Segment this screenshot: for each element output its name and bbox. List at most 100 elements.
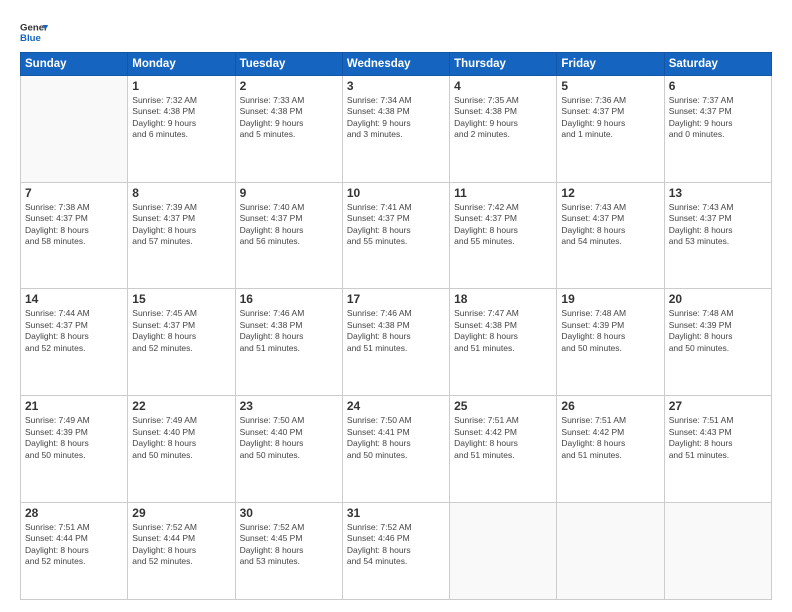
calendar-cell: 1 Sunrise: 7:32 AM Sunset: 4:38 PM Daylig… (128, 76, 235, 183)
day-number: 14 (25, 292, 123, 306)
calendar-cell: 30Sunrise: 7:52 AM Sunset: 4:45 PM Dayli… (235, 502, 342, 599)
day-info: Sunrise: 7:46 AM Sunset: 4:38 PM Dayligh… (240, 308, 338, 354)
day-number: 11 (454, 186, 552, 200)
day-info: Sunrise: 7:49 AM Sunset: 4:39 PM Dayligh… (25, 415, 123, 461)
calendar-cell: 23Sunrise: 7:50 AM Sunset: 4:40 PM Dayli… (235, 396, 342, 503)
calendar-cell: 29 Sunrise: 7:52 AM Sunset: 4:44 PM Dayli… (128, 502, 235, 599)
day-number: 18 (454, 292, 552, 306)
calendar-cell: 13 Sunrise: 7:43 AM Sunset: 4:37 PM Dayli… (664, 182, 771, 289)
calendar-cell: 24 Sunrise: 7:50 AM Sunset: 4:41 PM Dayli… (342, 396, 449, 503)
day-number: 24 (347, 399, 445, 413)
day-info: Sunrise: 7:51 AM Sunset: 4:42 PM Dayligh… (561, 415, 659, 461)
day-number: 13 (669, 186, 767, 200)
day-info: Sunrise: 7:48 AM Sunset: 4:39 PM Dayligh… (669, 308, 767, 354)
calendar-cell: 17 Sunrise: 7:46 AM Sunset: 4:38 PM Dayli… (342, 289, 449, 396)
day-info: Sunrise: 7:37 AM Sunset: 4:37 PM Dayligh… (669, 95, 767, 141)
week-row-3: 21 Sunrise: 7:49 AM Sunset: 4:39 PM Dayli… (21, 396, 772, 503)
calendar-cell: 14Sunrise: 7:44 AM Sunset: 4:37 PM Dayli… (21, 289, 128, 396)
day-number: 9 (240, 186, 338, 200)
day-info: Sunrise: 7:32 AM Sunset: 4:38 PM Dayligh… (132, 95, 230, 141)
calendar-cell: 25 Sunrise: 7:51 AM Sunset: 4:42 PM Dayli… (450, 396, 557, 503)
day-info: Sunrise: 7:51 AM Sunset: 4:43 PM Dayligh… (669, 415, 767, 461)
day-number: 26 (561, 399, 659, 413)
day-number: 20 (669, 292, 767, 306)
calendar-cell: 22 Sunrise: 7:49 AM Sunset: 4:40 PM Dayli… (128, 396, 235, 503)
day-info: Sunrise: 7:50 AM Sunset: 4:41 PM Dayligh… (347, 415, 445, 461)
calendar-cell (450, 502, 557, 599)
calendar-cell: 4 Sunrise: 7:35 AM Sunset: 4:38 PM Daylig… (450, 76, 557, 183)
weekday-sunday: Sunday (21, 53, 128, 76)
day-info: Sunrise: 7:52 AM Sunset: 4:45 PM Dayligh… (240, 522, 338, 568)
day-info: Sunrise: 7:33 AM Sunset: 4:38 PM Dayligh… (240, 95, 338, 141)
day-number: 17 (347, 292, 445, 306)
day-info: Sunrise: 7:43 AM Sunset: 4:37 PM Dayligh… (669, 202, 767, 248)
day-number: 22 (132, 399, 230, 413)
day-number: 28 (25, 506, 123, 520)
weekday-friday: Friday (557, 53, 664, 76)
weekday-thursday: Thursday (450, 53, 557, 76)
day-info: Sunrise: 7:40 AM Sunset: 4:37 PM Dayligh… (240, 202, 338, 248)
day-info: Sunrise: 7:47 AM Sunset: 4:38 PM Dayligh… (454, 308, 552, 354)
day-info: Sunrise: 7:36 AM Sunset: 4:37 PM Dayligh… (561, 95, 659, 141)
calendar-cell: 2 Sunrise: 7:33 AM Sunset: 4:38 PM Daylig… (235, 76, 342, 183)
day-info: Sunrise: 7:41 AM Sunset: 4:37 PM Dayligh… (347, 202, 445, 248)
day-number: 10 (347, 186, 445, 200)
day-number: 31 (347, 506, 445, 520)
day-number: 3 (347, 79, 445, 93)
weekday-monday: Monday (128, 53, 235, 76)
day-number: 27 (669, 399, 767, 413)
svg-text:Blue: Blue (20, 33, 41, 44)
day-number: 7 (25, 186, 123, 200)
calendar-cell: 8Sunrise: 7:39 AM Sunset: 4:37 PM Daylig… (128, 182, 235, 289)
day-number: 4 (454, 79, 552, 93)
weekday-tuesday: Tuesday (235, 53, 342, 76)
calendar-cell: 5Sunrise: 7:36 AM Sunset: 4:37 PM Daylig… (557, 76, 664, 183)
calendar-cell (21, 76, 128, 183)
calendar-cell: 21 Sunrise: 7:49 AM Sunset: 4:39 PM Dayli… (21, 396, 128, 503)
weekday-wednesday: Wednesday (342, 53, 449, 76)
day-info: Sunrise: 7:48 AM Sunset: 4:39 PM Dayligh… (561, 308, 659, 354)
day-number: 21 (25, 399, 123, 413)
day-number: 25 (454, 399, 552, 413)
day-info: Sunrise: 7:52 AM Sunset: 4:46 PM Dayligh… (347, 522, 445, 568)
calendar-cell: 11 Sunrise: 7:42 AM Sunset: 4:37 PM Dayli… (450, 182, 557, 289)
svg-text:General: General (20, 22, 48, 33)
day-number: 15 (132, 292, 230, 306)
calendar-cell: 18 Sunrise: 7:47 AM Sunset: 4:38 PM Dayli… (450, 289, 557, 396)
weekday-header-row: SundayMondayTuesdayWednesdayThursdayFrid… (21, 53, 772, 76)
day-info: Sunrise: 7:35 AM Sunset: 4:38 PM Dayligh… (454, 95, 552, 141)
calendar-cell: 20 Sunrise: 7:48 AM Sunset: 4:39 PM Dayli… (664, 289, 771, 396)
day-info: Sunrise: 7:38 AM Sunset: 4:37 PM Dayligh… (25, 202, 123, 248)
day-number: 16 (240, 292, 338, 306)
day-info: Sunrise: 7:52 AM Sunset: 4:44 PM Dayligh… (132, 522, 230, 568)
week-row-0: 1 Sunrise: 7:32 AM Sunset: 4:38 PM Daylig… (21, 76, 772, 183)
day-info: Sunrise: 7:34 AM Sunset: 4:38 PM Dayligh… (347, 95, 445, 141)
day-info: Sunrise: 7:50 AM Sunset: 4:40 PM Dayligh… (240, 415, 338, 461)
day-info: Sunrise: 7:51 AM Sunset: 4:44 PM Dayligh… (25, 522, 123, 568)
calendar-cell: 10 Sunrise: 7:41 AM Sunset: 4:37 PM Dayli… (342, 182, 449, 289)
page: General Blue SundayMondayTuesdayWednesda… (0, 0, 792, 612)
day-number: 6 (669, 79, 767, 93)
calendar-cell: 7 Sunrise: 7:38 AM Sunset: 4:37 PM Daylig… (21, 182, 128, 289)
weekday-saturday: Saturday (664, 53, 771, 76)
calendar-cell: 15 Sunrise: 7:45 AM Sunset: 4:37 PM Dayli… (128, 289, 235, 396)
calendar-cell: 26 Sunrise: 7:51 AM Sunset: 4:42 PM Dayli… (557, 396, 664, 503)
calendar-cell: 16 Sunrise: 7:46 AM Sunset: 4:38 PM Dayli… (235, 289, 342, 396)
calendar-cell: 27 Sunrise: 7:51 AM Sunset: 4:43 PM Dayli… (664, 396, 771, 503)
calendar-cell: 31 Sunrise: 7:52 AM Sunset: 4:46 PM Dayli… (342, 502, 449, 599)
calendar-cell: 28 Sunrise: 7:51 AM Sunset: 4:44 PM Dayli… (21, 502, 128, 599)
day-number: 29 (132, 506, 230, 520)
day-info: Sunrise: 7:49 AM Sunset: 4:40 PM Dayligh… (132, 415, 230, 461)
calendar-cell: 19Sunrise: 7:48 AM Sunset: 4:39 PM Dayli… (557, 289, 664, 396)
week-row-2: 14Sunrise: 7:44 AM Sunset: 4:37 PM Dayli… (21, 289, 772, 396)
day-info: Sunrise: 7:42 AM Sunset: 4:37 PM Dayligh… (454, 202, 552, 248)
week-row-4: 28 Sunrise: 7:51 AM Sunset: 4:44 PM Dayli… (21, 502, 772, 599)
day-info: Sunrise: 7:46 AM Sunset: 4:38 PM Dayligh… (347, 308, 445, 354)
day-number: 1 (132, 79, 230, 93)
day-info: Sunrise: 7:45 AM Sunset: 4:37 PM Dayligh… (132, 308, 230, 354)
day-info: Sunrise: 7:51 AM Sunset: 4:42 PM Dayligh… (454, 415, 552, 461)
day-info: Sunrise: 7:39 AM Sunset: 4:37 PM Dayligh… (132, 202, 230, 248)
day-number: 2 (240, 79, 338, 93)
calendar-cell: 6 Sunrise: 7:37 AM Sunset: 4:37 PM Daylig… (664, 76, 771, 183)
logo-icon: General Blue (20, 18, 48, 46)
